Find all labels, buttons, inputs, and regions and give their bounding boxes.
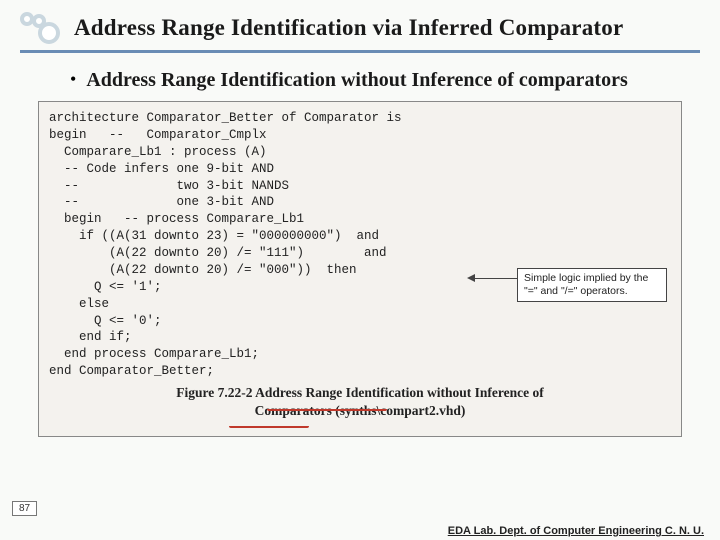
bullet-text: Address Range Identification without Inf… bbox=[86, 67, 627, 93]
caption-line: Figure 7.22-2 Address Range Identificati… bbox=[49, 384, 671, 402]
callout-line: "=" and "/=" operators. bbox=[524, 285, 660, 298]
code-line: end if; bbox=[49, 329, 671, 346]
bullet-dot-icon: • bbox=[70, 67, 76, 91]
caption-line: Comparators (synths\compart2.vhd) bbox=[49, 402, 671, 420]
bullets-decor-icon bbox=[20, 12, 64, 44]
code-line: architecture Comparator_Better of Compar… bbox=[49, 110, 671, 127]
code-line: -- one 3-bit AND bbox=[49, 194, 671, 211]
bullet-item: • Address Range Identification without I… bbox=[70, 67, 700, 93]
code-line: -- two 3-bit NANDS bbox=[49, 178, 671, 195]
code-line: begin -- process Comparare_Lb1 bbox=[49, 211, 671, 228]
figure-caption: Figure 7.22-2 Address Range Identificati… bbox=[49, 384, 671, 420]
slide-container: Address Range Identification via Inferre… bbox=[0, 0, 720, 540]
code-line: (A(22 downto 20) /= "111") and bbox=[49, 245, 671, 262]
callout-line: Simple logic implied by the bbox=[524, 272, 660, 285]
code-line: end process Comparare_Lb1; bbox=[49, 346, 671, 363]
code-line: -- Code infers one 9-bit AND bbox=[49, 161, 671, 178]
title-row: Address Range Identification via Inferre… bbox=[20, 12, 700, 53]
code-line: Q <= '0'; bbox=[49, 313, 671, 330]
code-line: Comparare_Lb1 : process (A) bbox=[49, 144, 671, 161]
red-annotation-icon bbox=[267, 407, 387, 411]
red-annotation-icon bbox=[229, 424, 309, 428]
page-title: Address Range Identification via Inferre… bbox=[74, 15, 623, 41]
page-number: 87 bbox=[12, 501, 37, 516]
footer-label: EDA Lab. Dept. of Computer Engineering C… bbox=[448, 525, 704, 537]
code-figure: architecture Comparator_Better of Compar… bbox=[38, 101, 682, 437]
code-line: if ((A(31 downto 23) = "000000000") and bbox=[49, 228, 671, 245]
code-line: begin -- Comparator_Cmplx bbox=[49, 127, 671, 144]
callout-arrow-icon bbox=[473, 278, 517, 279]
callout-arrowhead-icon bbox=[467, 274, 475, 282]
code-line: end Comparator_Better; bbox=[49, 363, 671, 380]
callout-box: Simple logic implied by the "=" and "/="… bbox=[517, 268, 667, 302]
